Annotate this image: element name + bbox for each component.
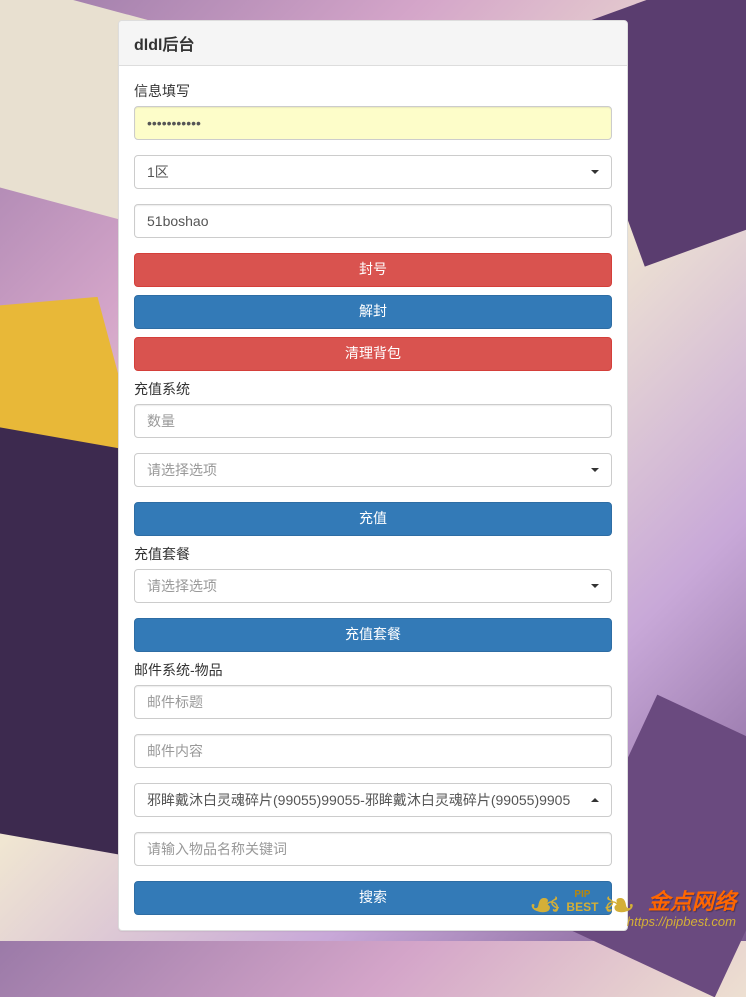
panel-body: 信息填写 1区 封号 解封 清理背包 充值系统 bbox=[119, 66, 627, 930]
mail-section: 邮件系统-物品 bbox=[134, 660, 612, 719]
recharge-section: 充值系统 bbox=[134, 379, 612, 438]
watermark: ❧ PIP BEST ❧ 金点网络 https://pipbest.com bbox=[547, 881, 736, 931]
chevron-down-icon bbox=[591, 468, 599, 472]
mail-title-input[interactable] bbox=[134, 685, 612, 719]
username-group bbox=[134, 204, 612, 238]
package-option-value: 请选择选项 bbox=[147, 576, 217, 596]
laurel-icon: ❧ bbox=[602, 881, 622, 931]
clear-bag-button[interactable]: 清理背包 bbox=[134, 337, 612, 371]
panel-title: dldl后台 bbox=[119, 21, 627, 66]
admin-panel: dldl后台 信息填写 1区 封号 解封 清理背包 充值系统 bbox=[118, 20, 628, 931]
laurel-icon: ❧ bbox=[542, 881, 562, 931]
package-option-select[interactable]: 请选择选项 bbox=[134, 569, 612, 603]
search-input[interactable] bbox=[134, 832, 612, 866]
mail-item-group: 邪眸戴沐白灵魂碎片(99055)99055-邪眸戴沐白灵魂碎片(99055)99… bbox=[134, 783, 612, 817]
recharge-option-select[interactable]: 请选择选项 bbox=[134, 453, 612, 487]
region-select-value: 1区 bbox=[147, 162, 169, 182]
recharge-option-value: 请选择选项 bbox=[147, 460, 217, 480]
password-input[interactable] bbox=[134, 106, 612, 140]
recharge-label: 充值系统 bbox=[134, 379, 612, 399]
recharge-option-group: 请选择选项 bbox=[134, 453, 612, 487]
chevron-down-icon bbox=[591, 584, 599, 588]
mail-label: 邮件系统-物品 bbox=[134, 660, 612, 680]
username-input[interactable] bbox=[134, 204, 612, 238]
mail-content-input[interactable] bbox=[134, 734, 612, 768]
watermark-url: https://pipbest.com bbox=[627, 914, 736, 929]
info-label: 信息填写 bbox=[134, 81, 612, 101]
ban-button[interactable]: 封号 bbox=[134, 253, 612, 287]
quantity-input[interactable] bbox=[134, 404, 612, 438]
region-select-group: 1区 bbox=[134, 155, 612, 189]
package-section: 充值套餐 请选择选项 bbox=[134, 544, 612, 603]
mail-item-select[interactable]: 邪眸戴沐白灵魂碎片(99055)99055-邪眸戴沐白灵魂碎片(99055)99… bbox=[134, 783, 612, 817]
package-button[interactable]: 充值套餐 bbox=[134, 618, 612, 652]
recharge-button[interactable]: 充值 bbox=[134, 502, 612, 536]
unban-button[interactable]: 解封 bbox=[134, 295, 612, 329]
search-group bbox=[134, 832, 612, 866]
mail-item-value: 邪眸戴沐白灵魂碎片(99055)99055-邪眸戴沐白灵魂碎片(99055)99… bbox=[147, 790, 570, 810]
info-section: 信息填写 bbox=[134, 81, 612, 140]
region-select[interactable]: 1区 bbox=[134, 155, 612, 189]
watermark-logo: ❧ PIP BEST ❧ bbox=[547, 881, 617, 931]
watermark-brand: 金点网络 https://pipbest.com bbox=[627, 884, 736, 929]
watermark-brand-cn: 金点网络 bbox=[648, 889, 736, 914]
chevron-down-icon bbox=[591, 170, 599, 174]
package-label: 充值套餐 bbox=[134, 544, 612, 564]
chevron-up-icon bbox=[591, 798, 599, 802]
mail-content-group bbox=[134, 734, 612, 768]
